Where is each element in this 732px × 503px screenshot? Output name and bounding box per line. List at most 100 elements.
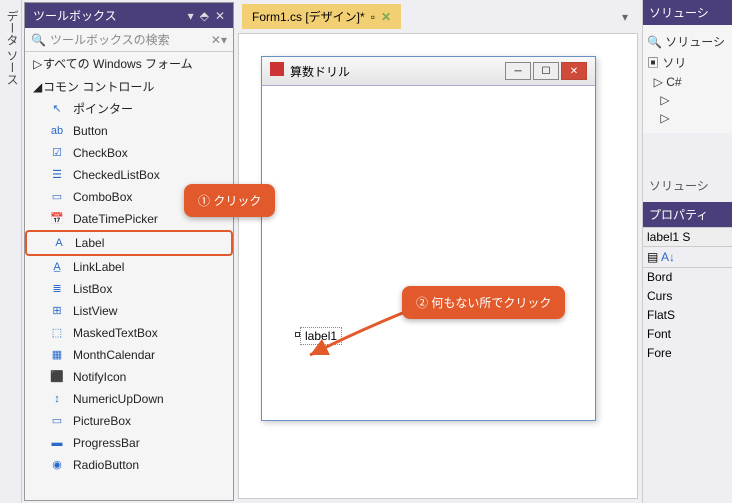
document-tab[interactable]: Form1.cs [デザイン]* ▫ ✕ — [242, 4, 401, 29]
numericupdown-icon: ↕ — [49, 391, 65, 407]
project-sub2[interactable]: ▷ — [647, 109, 728, 127]
search-icon: 🔍 — [31, 33, 46, 47]
cat-label: すべての Windows フォーム — [43, 57, 193, 71]
form-window[interactable]: 算数ドリル ─ ☐ ✕ label1 — [261, 56, 596, 421]
combobox-icon: ▭ — [49, 189, 65, 205]
toolbox-item-label: PictureBox — [73, 412, 131, 430]
form-icon — [270, 62, 284, 76]
search-placeholder: ツールボックスの検索 — [50, 31, 170, 48]
toolbox-item-label: Button — [73, 122, 108, 140]
designer-area: Form1.cs [デザイン]* ▫ ✕ ▾ 算数ドリル ─ ☐ ✕ label… — [234, 0, 642, 503]
form-titlebar: 算数ドリル ─ ☐ ✕ — [262, 57, 595, 86]
toolbox-item-label: Label — [75, 234, 104, 252]
label-text: label1 — [305, 329, 337, 343]
radiobutton-icon: ◉ — [49, 457, 65, 473]
toolbox-item-notifyicon[interactable]: ⬛ NotifyIcon — [25, 366, 233, 388]
toolbox-item-progressbar[interactable]: ▬ ProgressBar — [25, 432, 233, 454]
toolbox-item-label: CheckedListBox — [73, 166, 160, 184]
form-title-text: 算数ドリル — [290, 65, 350, 79]
checkedlistbox-icon: ☰ — [49, 167, 65, 183]
right-panels: ソリューシ 🔍 ソリューシ ▣ ソリ ▷ C# ▷ ▷ ソリューシ プロパティ … — [642, 0, 732, 503]
toolbox-titlebar: ツールボックス ▾ ⬘ ✕ — [25, 3, 233, 28]
toolbox-panel: ツールボックス ▾ ⬘ ✕ 🔍 ツールボックスの検索 ✕▾ ▷すべての Wind… — [24, 2, 234, 501]
toolbox-item-monthcalendar[interactable]: ▦ MonthCalendar — [25, 344, 233, 366]
toolbox-item-numericupdown[interactable]: ↕ NumericUpDown — [25, 388, 233, 410]
toolbox-item-radiobutton[interactable]: ◉ RadioButton — [25, 454, 233, 476]
solution-footer: ソリューシ — [643, 173, 732, 198]
toolbox-item-label: MonthCalendar — [73, 346, 155, 364]
label-control[interactable]: label1 — [300, 327, 342, 345]
toolbox-item-maskedtextbox[interactable]: ⬚ MaskedTextBox — [25, 322, 233, 344]
property-row[interactable]: Fore — [643, 344, 732, 363]
toolbox-item-label: CheckBox — [73, 144, 128, 162]
notifyicon-icon: ⬛ — [49, 369, 65, 385]
tab-overflow-icon[interactable]: ▾ — [616, 10, 634, 24]
minimize-button[interactable]: ─ — [505, 62, 531, 80]
annotation-1: ① クリック — [184, 184, 275, 217]
toolbox-item-checkedlistbox[interactable]: ☰ CheckedListBox — [25, 164, 233, 186]
toolbox-item-label: ListBox — [73, 280, 112, 298]
toolbox-search[interactable]: 🔍 ツールボックスの検索 ✕▾ — [25, 28, 233, 52]
toolbox-item-checkbox[interactable]: ☑ CheckBox — [25, 142, 233, 164]
solution-explorer-header[interactable]: ソリューシ — [643, 0, 732, 25]
category-common-controls[interactable]: ◢コモン コントロール — [25, 75, 233, 98]
monthcalendar-icon: ▦ — [49, 347, 65, 363]
clear-icon[interactable]: ✕▾ — [211, 33, 227, 47]
close-icon[interactable]: ✕ — [215, 9, 225, 23]
cat-label: コモン コントロール — [43, 80, 154, 94]
toolbox-item-label: ListView — [73, 302, 117, 320]
toolbox-item-button[interactable]: ab Button — [25, 120, 233, 142]
properties-object[interactable]: label1 S — [643, 227, 732, 247]
properties-toolbar[interactable]: ▤ A↓ — [643, 247, 732, 268]
property-row[interactable]: Curs — [643, 287, 732, 306]
toolbox-item-label: NumericUpDown — [73, 390, 164, 408]
close-button[interactable]: ✕ — [561, 62, 587, 80]
property-row[interactable]: Font — [643, 325, 732, 344]
toolbox-item-label: NotifyIcon — [73, 368, 126, 386]
listview-icon: ⊞ — [49, 303, 65, 319]
pin-icon[interactable]: ⬘ — [200, 9, 209, 23]
side-tab-datasource[interactable]: データ ソース — [0, 0, 22, 503]
tab-pin-icon[interactable]: ▫ — [371, 10, 375, 24]
listbox-icon: ≣ — [49, 281, 65, 297]
tab-label: Form1.cs [デザイン]* — [252, 8, 365, 25]
solution-search[interactable]: 🔍 ソリューシ — [647, 31, 728, 52]
linklabel-icon: A̲ — [49, 259, 65, 275]
maskedtextbox-icon: ⬚ — [49, 325, 65, 341]
toolbox-item-label: DateTimePicker — [73, 210, 158, 228]
solution-node[interactable]: ▣ ソリ — [647, 52, 728, 73]
toolbox-item-label: LinkLabel — [73, 258, 124, 276]
tab-close-icon[interactable]: ✕ — [381, 10, 391, 24]
properties-header[interactable]: プロパティ — [643, 202, 732, 227]
toolbox-item-listbox[interactable]: ≣ ListBox — [25, 278, 233, 300]
toolbox-item-picturebox[interactable]: ▭PictureBox — [25, 410, 233, 432]
category-windows-forms[interactable]: ▷すべての Windows フォーム — [25, 52, 233, 75]
button-icon: ab — [49, 123, 65, 139]
progressbar-icon: ▬ — [49, 435, 65, 451]
maximize-button[interactable]: ☐ — [533, 62, 559, 80]
resize-handle[interactable] — [295, 332, 300, 337]
toolbox-item-linklabel[interactable]: A̲ LinkLabel — [25, 256, 233, 278]
side-tab-label: データ ソース — [5, 10, 19, 85]
document-tabbar: Form1.cs [デザイン]* ▫ ✕ ▾ — [234, 0, 642, 29]
checkbox-icon: ☑ — [49, 145, 65, 161]
label-icon: A — [51, 235, 67, 251]
toolbox-item-label[interactable]: A Label — [25, 230, 233, 256]
designer-canvas[interactable]: 算数ドリル ─ ☐ ✕ label1 — [238, 33, 638, 499]
toolbox-item-listview[interactable]: ⊞ ListView — [25, 300, 233, 322]
toolbox-item-pointer[interactable]: ↖ ポインター — [25, 98, 233, 120]
annotation-2: ② 何もない所でクリック — [402, 286, 565, 319]
dropdown-icon[interactable]: ▾ — [188, 9, 194, 23]
toolbox-title-text: ツールボックス — [33, 7, 117, 24]
toolbox-item-label: ComboBox — [73, 188, 132, 206]
project-node[interactable]: ▷ C# — [647, 73, 728, 91]
datetimepicker-icon: 📅 — [49, 211, 65, 227]
property-row[interactable]: FlatS — [643, 306, 732, 325]
property-row[interactable]: Bord — [643, 268, 732, 287]
toolbox-item-label: RadioButton — [73, 456, 139, 474]
project-sub1[interactable]: ▷ — [647, 91, 728, 109]
pointer-icon: ↖ — [49, 101, 65, 117]
toolbox-item-label: ProgressBar — [73, 434, 140, 452]
toolbox-item-label: ポインター — [73, 100, 133, 118]
toolbox-item-label: MaskedTextBox — [73, 324, 158, 342]
